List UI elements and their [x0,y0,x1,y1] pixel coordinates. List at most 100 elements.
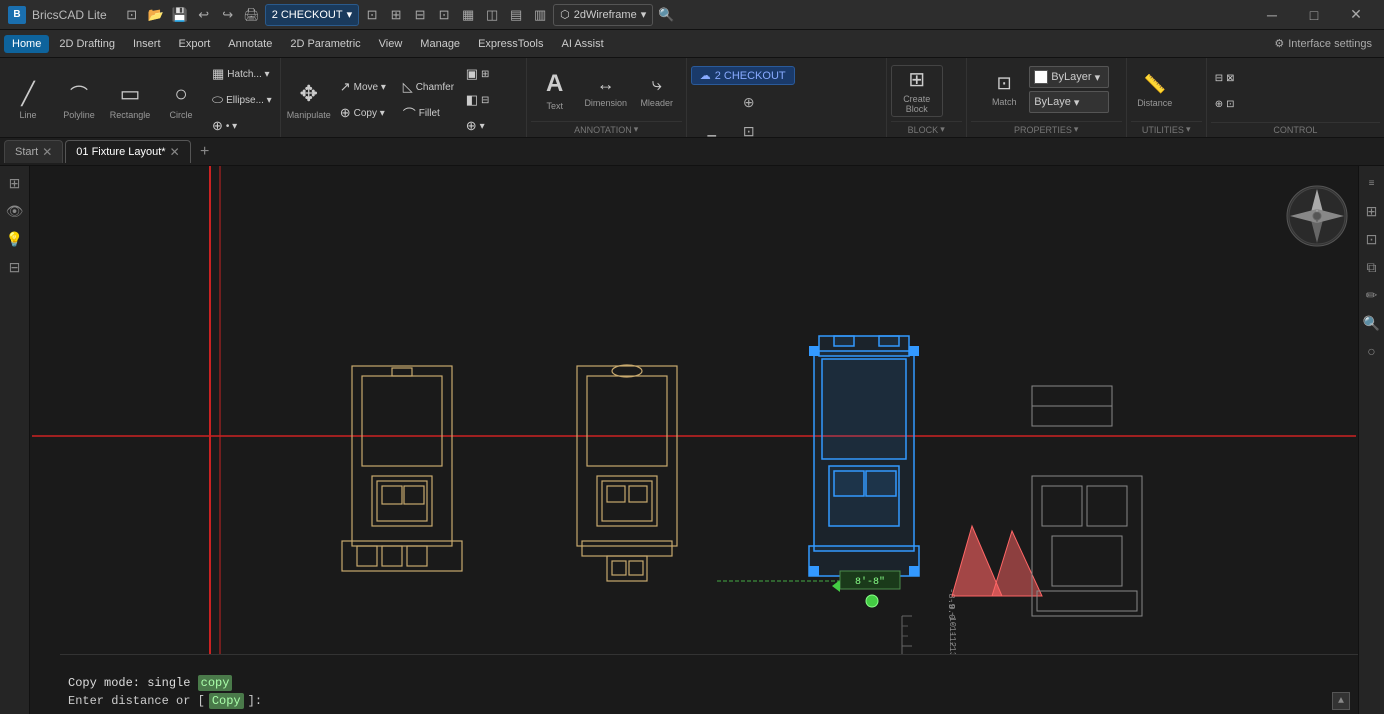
create-block-button[interactable]: ⊞ CreateBlock [891,65,943,117]
move-label: Move ▾ [354,82,386,93]
qa-redo[interactable]: ↪ [217,4,239,26]
modify-more3[interactable]: ⊕ ▾ [462,114,522,138]
bylaye-arrow: ▾ [1074,96,1080,109]
qa-extra8[interactable]: ▥ [529,4,551,26]
right-sidebar-menu[interactable]: ≡ [1359,170,1384,196]
tab-fixture-close[interactable]: ✕ [170,145,180,159]
menu-export[interactable]: Export [171,35,219,53]
right-sidebar-circle[interactable]: ○ [1359,338,1384,364]
ellipse-button[interactable]: ⬭ Ellipse... ▾ [208,88,276,112]
chamfer-button[interactable]: ◺ Chamfer [399,75,459,99]
ctrl1[interactable]: ⊟⊠ [1211,66,1271,90]
modify-more1[interactable]: ▣ ⊞ [462,62,522,86]
hatch-button[interactable]: ▦ Hatch... ▾ [208,62,276,86]
manipulate-icon: ✥ [299,81,317,107]
line-button[interactable]: ╱ Line [4,73,52,127]
polyline-button[interactable]: ⌒ Polyline [55,73,103,127]
qa-save[interactable]: 💾 [169,4,191,26]
rectangle-button[interactable]: ▭ Rectangle [106,73,154,127]
sidebar-btn-visibility[interactable]: 👁 [2,198,28,224]
right-sidebar-search[interactable]: 🔍 [1359,310,1384,336]
qa-extra2[interactable]: ⊞ [385,4,407,26]
tab-bar: Start ✕ 01 Fixture Layout* ✕ + [0,138,1384,166]
file-dropdown[interactable]: 2 CHECKOUT ▾ [265,4,359,26]
canvas-area[interactable]: 8'-8" -8.0 -9.0 -10 -11 -12 -13.0 [30,166,1358,714]
menu-2d-parametric[interactable]: 2D Parametric [282,35,368,53]
window-controls: ─ □ ✕ [1252,0,1376,30]
text-button[interactable]: A Text [531,64,579,118]
tab-start-close[interactable]: ✕ [42,145,52,159]
control-btns: ⊟⊠ ⊕⊡ [1211,66,1271,116]
right-sidebar-panel2[interactable]: ⊡ [1359,226,1384,252]
property-controls: ByLayer ▾ ByLaye ▾ [1029,66,1109,113]
line-label: Line [19,110,36,120]
right-sidebar-edit[interactable]: ✏ [1359,282,1384,308]
rectangle-icon: ▭ [120,81,141,107]
control-tools: ⊟⊠ ⊕⊡ [1211,62,1380,120]
hatch-icon: ▦ [212,66,224,82]
menu-home[interactable]: Home [4,35,49,53]
checkout-badge[interactable]: ☁ 2 CHECKOUT [691,66,795,85]
layer-ctrl1[interactable]: ⊕ [736,89,762,115]
right-sidebar-panel1[interactable]: ⊞ [1359,198,1384,224]
tab-start[interactable]: Start ✕ [4,140,63,163]
qa-extra4[interactable]: ⊡ [433,4,455,26]
bylayer-color-dropdown[interactable]: ByLayer ▾ [1029,66,1109,88]
sidebar-btn-light[interactable]: 💡 [2,226,28,252]
mleader-button[interactable]: ⤷ Mleader [633,64,681,118]
draw-more-button[interactable]: ⊕ • ▾ [208,114,276,138]
cmd-output-line: Copy mode: single copy [68,676,1350,690]
tab-start-label: Start [15,146,38,158]
sidebar-btn-minus[interactable]: ⊟ [2,254,28,280]
fillet-button[interactable]: ⌒ Fillet [399,101,459,125]
qa-new[interactable]: ⊡ [121,4,143,26]
interface-settings-button[interactable]: ⚙ Interface settings [1266,34,1380,53]
close-button[interactable]: ✕ [1336,0,1376,30]
qa-undo[interactable]: ↩ [193,4,215,26]
main-layout: ⊞ 👁 💡 ⊟ [0,166,1384,714]
title-bar-left: B BricsCAD Lite ⊡ 📂 💾 ↩ ↪ 🖨 2 CHECKOUT ▾… [8,4,677,26]
distance-button[interactable]: 📏 Distance [1131,64,1179,118]
qa-extra6[interactable]: ◫ [481,4,503,26]
sidebar-btn-panel[interactable]: ⊞ [2,170,28,196]
qa-extra7[interactable]: ▤ [505,4,527,26]
qa-print[interactable]: 🖨 [241,4,263,26]
draw-tools: ╱ Line ⌒ Polyline ▭ Rectangle ○ Circle ▦… [4,62,276,138]
menu-view[interactable]: View [371,35,411,53]
modify-more1-icon: ▣ [466,66,478,82]
menu-ai-assist[interactable]: AI Assist [553,35,611,53]
maximize-button[interactable]: □ [1294,0,1334,30]
circle-button[interactable]: ○ Circle [157,73,205,127]
minimize-button[interactable]: ─ [1252,0,1292,30]
menu-manage[interactable]: Manage [412,35,468,53]
match-row: ⊡ Match ByLayer ▾ ByLaye ▾ [983,66,1109,113]
menu-insert[interactable]: Insert [125,35,169,53]
qa-open[interactable]: 📂 [145,4,167,26]
qa-extra1[interactable]: ⊡ [361,4,383,26]
menu-2d-drafting[interactable]: 2D Drafting [51,35,123,53]
line-icon: ╱ [21,81,34,107]
move-button[interactable]: ↗ Move ▾ [336,75,396,99]
draw-more-label: • ▾ [226,121,237,132]
copy-button[interactable]: ⊕ Copy ▾ [336,101,396,125]
wireframe-dropdown[interactable]: ⬡ 2dWireframe ▾ [553,4,653,26]
layers-tools: ☁ 2 CHECKOUT ≡ Layers ⊕ ⊡ ⊟ ⊠ [691,62,882,138]
manipulate-button[interactable]: ✥ Manipulate [285,73,333,127]
add-tab-button[interactable]: + [193,140,217,164]
modify-more2[interactable]: ◧ ⊟ [462,88,522,112]
layers-button[interactable]: ≡ Layers [691,125,733,139]
qa-extra5[interactable]: ▦ [457,4,479,26]
dimension-button[interactable]: ↔ Dimension [582,64,630,118]
qa-extra3[interactable]: ⊟ [409,4,431,26]
cmd-scroll-btn[interactable]: ▲ [1332,692,1350,710]
ctrl2[interactable]: ⊕⊡ [1211,92,1271,116]
bylayer-line-dropdown[interactable]: ByLaye ▾ [1029,91,1109,113]
right-sidebar-panel3[interactable]: ⧉ [1359,254,1384,280]
menu-annotate[interactable]: Annotate [220,35,280,53]
tab-fixture-layout[interactable]: 01 Fixture Layout* ✕ [65,140,190,163]
menu-expresstools[interactable]: ExpressTools [470,35,551,53]
file-dropdown-arrow: ▾ [347,8,353,21]
match-button[interactable]: ⊡ Match [983,69,1025,111]
layer-ctrl2[interactable]: ⊡ [736,118,762,138]
search-btn[interactable]: 🔍 [655,4,677,26]
